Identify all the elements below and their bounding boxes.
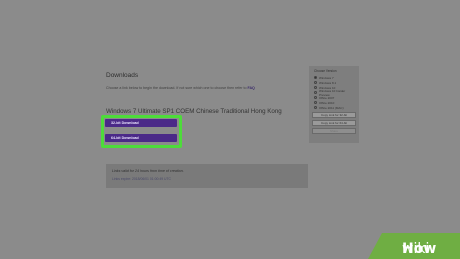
version-option-label: Windows 7 <box>319 75 334 80</box>
version-option[interactable]: Office 2011 (MAC) <box>314 105 356 110</box>
version-option-label: Office 2007 <box>319 95 335 100</box>
notice-line-1: Links valid for 24 hours from time of cr… <box>112 169 184 173</box>
radio-icon[interactable] <box>314 86 317 89</box>
version-panel: Choose Version Windows 7 Windows 8.1 Win… <box>309 66 359 143</box>
faq-link[interactable]: FAQ <box>247 86 254 90</box>
product-title: Windows 7 Ultimate SP1 COEM Chinese Trad… <box>106 108 282 115</box>
radio-icon[interactable] <box>314 76 317 79</box>
version-option[interactable]: Windows 10 Insider Preview <box>314 89 356 97</box>
radio-icon[interactable] <box>314 96 317 99</box>
link-validity-notice: Links valid for 24 hours from time of cr… <box>106 164 308 188</box>
version-option-label: Windows 8.1 <box>319 80 337 85</box>
downloads-heading: Downloads <box>106 72 139 79</box>
wikihow-logo-suffix: How <box>402 241 437 257</box>
radio-icon[interactable] <box>314 81 317 84</box>
radio-icon[interactable] <box>314 106 317 109</box>
radio-icon[interactable] <box>314 91 317 94</box>
notice-line-2: Links expire: 2018/06/01 01:00:49 UTC <box>112 177 171 181</box>
description-text: Choose a link below to begin the downloa… <box>106 86 247 90</box>
copy-link-64-button[interactable]: Copy Link for 64-bit <box>312 120 356 126</box>
downloads-description: Choose a link below to begin the downloa… <box>106 86 255 90</box>
share-button[interactable]: Share <box>312 128 356 134</box>
download-64bit-button[interactable]: 64-bit Download <box>105 134 177 142</box>
version-panel-title: Choose Version <box>314 69 337 73</box>
download-page: Downloads Choose a link below to begin t… <box>0 0 460 259</box>
download-32bit-button[interactable]: 32-bit Download <box>105 119 177 127</box>
version-option-label: Office 2011 (MAC) <box>319 105 344 110</box>
copy-link-32-button[interactable]: Copy Link for 32-bit <box>312 112 356 118</box>
version-options: Windows 7 Windows 8.1 Windows 10 Windows… <box>312 75 356 110</box>
wikihow-watermark: wiki How <box>368 233 460 259</box>
version-option-label: Office 2010 <box>319 100 335 105</box>
radio-icon[interactable] <box>314 101 317 104</box>
